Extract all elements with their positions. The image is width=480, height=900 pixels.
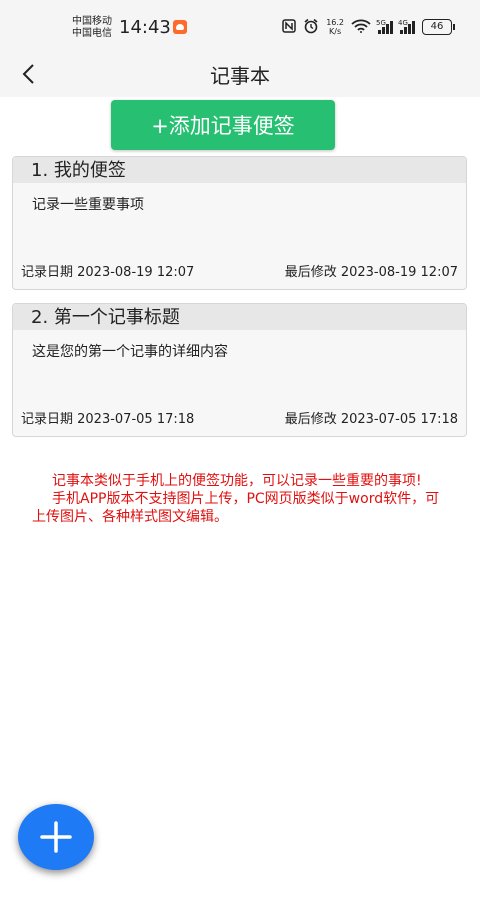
note-content: 记录一些重要事项: [32, 197, 144, 213]
status-time: 14:43: [119, 17, 171, 38]
note-meta: 记录日期 2023-07-05 17:18 最后修改 2023-07-05 17…: [21, 408, 458, 427]
signal-4g-label: 4G: [398, 18, 408, 27]
carrier-info: 中国移动 中国电信: [72, 16, 112, 40]
status-icons: 16.2 K/s 5G 4G 46: [282, 15, 455, 39]
floating-add-button[interactable]: [18, 804, 94, 870]
note-record-date: 记录日期 2023-08-19 12:07: [21, 265, 195, 280]
battery-level: 46: [430, 21, 444, 32]
note-modified-date: 最后修改 2023-07-05 17:18: [284, 412, 458, 427]
signal-4g-icon: 4G: [398, 18, 415, 34]
note-meta: 记录日期 2023-08-19 12:07 最后修改 2023-08-19 12…: [21, 261, 458, 280]
signal-5g-icon: 5G: [376, 18, 393, 34]
status-bar: 中国移动 中国电信 14:43 16.2 K/s 5G 4G 46: [0, 0, 480, 50]
app-header: 记事本: [0, 50, 480, 97]
app-notification-icon: [173, 20, 187, 34]
note-content: 这是您的第一个记事的详细内容: [32, 344, 228, 360]
alarm-icon: [303, 18, 319, 37]
note-modified-date: 最后修改 2023-08-19 12:07: [284, 265, 458, 280]
carrier-2: 中国电信: [72, 28, 112, 39]
page-title: 记事本: [210, 64, 270, 88]
network-speed: 16.2 K/s: [326, 18, 344, 36]
note-card[interactable]: 2. 第一个记事标题 这是您的第一个记事的详细内容 记录日期 2023-07-0…: [12, 303, 467, 437]
note-card[interactable]: 1. 我的便签 记录一些重要事项 记录日期 2023-08-19 12:07 最…: [12, 156, 467, 290]
speed-unit: K/s: [329, 27, 342, 36]
nfc-icon: [282, 18, 296, 36]
info-text: 记事本类似于手机上的便签功能，可以记录一些重要的事项! 手机APP版本不支持图片…: [32, 472, 452, 526]
add-note-button[interactable]: +添加记事便签: [111, 100, 335, 150]
carrier-1: 中国移动: [72, 16, 112, 27]
battery-icon: 46: [422, 19, 455, 35]
app-screen: 中国移动 中国电信 14:43 16.2 K/s 5G 4G 46 记事本 +添…: [0, 0, 480, 900]
plus-icon: [40, 821, 72, 853]
signal-5g-label: 5G: [376, 18, 386, 27]
info-paragraph: 手机APP版本不支持图片上传，PC网页版类似于word软件，可上传图片、各种样式…: [32, 491, 440, 525]
speed-value: 16.2: [326, 18, 344, 27]
info-paragraph: 记事本类似于手机上的便签功能，可以记录一些重要的事项!: [52, 473, 422, 489]
note-title: 1. 我的便签: [13, 157, 466, 183]
note-record-date: 记录日期 2023-07-05 17:18: [21, 412, 195, 427]
wifi-icon: [351, 19, 371, 36]
note-title: 2. 第一个记事标题: [13, 304, 466, 330]
